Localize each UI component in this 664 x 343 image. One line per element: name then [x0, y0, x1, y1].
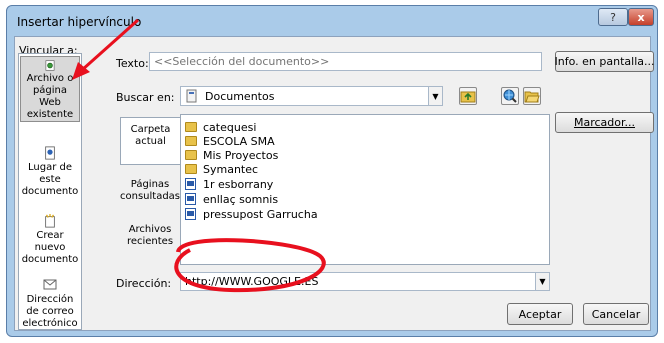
sidebar-item-label: Dirección de correo electrónico [22, 294, 78, 329]
sidebar-item-new-document[interactable]: Crear nuevo documento [20, 214, 80, 266]
list-item[interactable]: pressupost Garrucha [185, 207, 318, 221]
look-in-label: Buscar en: [116, 91, 175, 104]
sidebar-item-existing-file[interactable]: Archivo o página Web existente [20, 56, 80, 122]
dialog-window: Insertar hipervínculo ? x Vincular a: Ar… [6, 5, 658, 337]
list-item[interactable]: ESCOLA SMA [185, 134, 275, 148]
look-in-select[interactable]: Documentos ▼ [180, 86, 443, 106]
close-button[interactable]: x [628, 8, 654, 26]
ok-button[interactable]: Aceptar [507, 303, 573, 325]
web-page-icon [45, 60, 55, 71]
list-item[interactable]: 1r esborrany [185, 177, 273, 191]
sidebar-item-email[interactable]: Dirección de correo electrónico [20, 276, 80, 330]
address-value: http://WWW.GOOGLE.ES [185, 275, 319, 288]
list-item[interactable]: Symantec [185, 162, 258, 176]
address-input[interactable]: http://WWW.GOOGLE.ES ▼ [180, 272, 550, 291]
address-label: Dirección: [116, 277, 172, 290]
email-icon [43, 279, 57, 290]
window-title: Insertar hipervínculo [17, 15, 142, 29]
up-one-folder-button[interactable] [459, 87, 477, 105]
text-display-input[interactable] [149, 52, 542, 71]
sidebar-item-label: Lugar de este documento [21, 162, 79, 197]
bookmark-page-icon [45, 146, 55, 160]
folder-icon [185, 122, 197, 132]
text-label: Texto: [116, 57, 149, 70]
tab-browsed-pages[interactable]: Páginas consultadas [120, 177, 180, 219]
sidebar-item-this-document[interactable]: Lugar de este documento [20, 146, 80, 198]
tab-current-folder[interactable]: Carpeta actual [120, 117, 180, 165]
title-bar: Insertar hipervínculo ? x [7, 6, 657, 36]
documents-folder-icon [186, 89, 197, 103]
open-folder-icon [524, 91, 540, 103]
folder-icon [185, 150, 197, 160]
dialog-body: Vincular a: Archivo o página Web existen… [14, 36, 654, 331]
subtab-strip: Carpeta actual Páginas consultadas Archi… [120, 114, 182, 264]
browse-web-button[interactable] [501, 87, 519, 105]
help-button[interactable]: ? [598, 8, 628, 26]
help-icon: ? [610, 10, 616, 24]
look-in-value: Documentos [205, 90, 275, 103]
word-document-icon [185, 208, 196, 220]
screen-tip-button[interactable]: Info. en pantalla... [555, 51, 654, 72]
folder-up-icon [460, 91, 476, 103]
list-item[interactable]: enllaç somnis [185, 192, 278, 206]
sidebar-item-label: Archivo o página Web existente [26, 73, 74, 120]
link-to-sidebar: Archivo o página Web existente Lugar de … [18, 53, 82, 330]
tab-recent-files[interactable]: Archivos recientes [120, 222, 180, 264]
close-icon: x [637, 10, 645, 24]
new-document-icon [45, 214, 55, 228]
chevron-down-icon[interactable]: ▼ [428, 87, 442, 105]
list-item[interactable]: catequesi [185, 120, 256, 134]
bookmark-button[interactable]: Marcador... [555, 112, 654, 133]
sidebar-item-label: Crear nuevo documento [21, 230, 79, 265]
folder-icon [185, 136, 197, 146]
folder-icon [185, 164, 197, 174]
list-item[interactable]: Mis Proyectos [185, 148, 278, 162]
file-list[interactable]: catequesi ESCOLA SMA Mis Proyectos Syman… [180, 114, 550, 265]
cancel-button[interactable]: Cancelar [583, 303, 649, 325]
word-document-icon [185, 193, 196, 205]
globe-search-icon [503, 89, 517, 103]
browse-file-button[interactable] [523, 87, 541, 105]
chevron-down-icon[interactable]: ▼ [535, 273, 549, 290]
word-document-icon [185, 178, 196, 190]
